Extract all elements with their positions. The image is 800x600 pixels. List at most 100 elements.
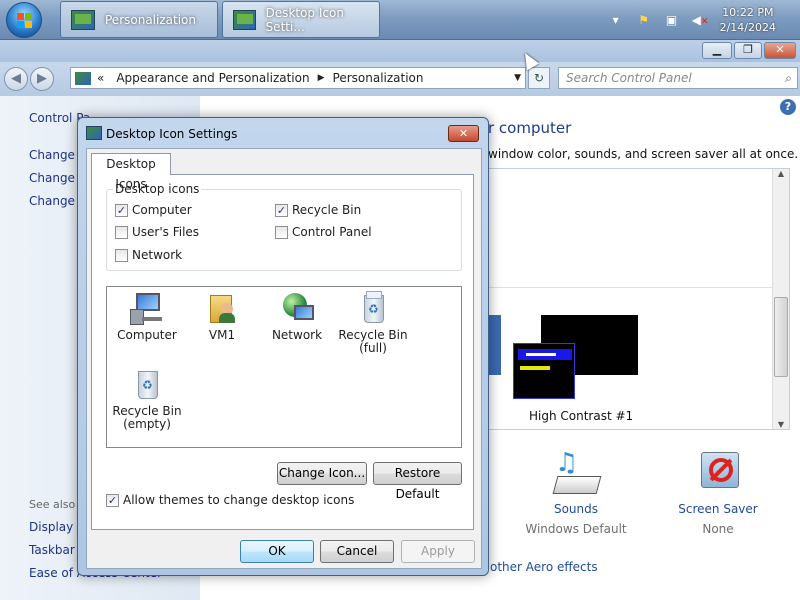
high-contrast-window-preview	[513, 343, 575, 399]
computer-icon	[130, 291, 164, 325]
sounds-option[interactable]: ♫ Sounds Windows Default	[516, 450, 636, 536]
breadcrumb-overflow[interactable]: «	[97, 71, 104, 85]
checkbox-box[interactable]	[275, 225, 288, 239]
icon-label: VM1	[208, 328, 236, 342]
search-input[interactable]: Search Control Panel ⌕	[558, 67, 798, 89]
screen-saver-link[interactable]: Screen Saver	[658, 502, 778, 516]
aero-effects-link[interactable]: other Aero effects	[490, 560, 598, 574]
dialog-close-button[interactable]: ✕	[448, 125, 479, 142]
checkbox-computer[interactable]: ✓ Computer	[115, 203, 192, 217]
ok-button[interactable]: OK	[240, 540, 314, 563]
checkbox-box[interactable]: ✓	[275, 203, 288, 217]
recycle-bin-full-icon: ♻	[356, 291, 390, 325]
desktop-icon-settings-dialog: Desktop Icon Settings ✕ Desktop Icons De…	[77, 117, 489, 576]
action-center-icon[interactable]: ⚑	[636, 12, 652, 28]
taskbar-button-desktop-icon-settings[interactable]: Desktop Icon Setti...	[222, 1, 380, 38]
icon-list[interactable]: Computer VM1 Network ♻ Recycle Bin (full…	[106, 286, 462, 448]
volume-muted-icon[interactable]: ◀✕	[692, 12, 709, 28]
maximize-button[interactable]: ❐	[734, 42, 762, 59]
taskbar-button-label: Desktop Icon Setti...	[265, 5, 344, 34]
taskbar-button-label: Personalization	[105, 12, 196, 27]
scroll-up-icon[interactable]: ▲	[773, 169, 789, 178]
windows-logo-icon	[17, 13, 33, 29]
sounds-link[interactable]: Sounds	[516, 502, 636, 516]
address-toolbar: ◀ ▶ « Appearance and Personalization ▶ P…	[0, 62, 800, 96]
list-item-recycle-bin-full[interactable]: ♻ Recycle Bin (full)	[333, 291, 413, 355]
taskbar-button-personalization[interactable]: Personalization	[60, 1, 218, 38]
dialog-title: Desktop Icon Settings	[106, 127, 238, 141]
clock-date: 2/14/2024	[719, 21, 776, 34]
checkbox-network[interactable]: Network	[115, 248, 182, 262]
theme-thumbnail-partial[interactable]	[489, 315, 501, 375]
list-item-recycle-bin-empty[interactable]: ♻ Recycle Bin (empty)	[107, 367, 187, 431]
system-tray: ▾ ⚑ ▣ ◀✕ 10:22 PM 2/14/2024	[608, 0, 800, 40]
checkbox-label: Allow themes to change desktop icons	[123, 493, 355, 507]
user-folder-icon	[205, 291, 239, 325]
checkbox-box[interactable]: ✓	[115, 203, 128, 217]
list-item-computer[interactable]: Computer	[107, 291, 187, 342]
breadcrumb-arrow-icon[interactable]: ▶	[318, 73, 325, 83]
tab-panel: Desktop icons ✓ Computer ✓ Recycle Bin Use…	[91, 174, 474, 530]
help-icon[interactable]: ?	[780, 99, 796, 115]
search-icon[interactable]: ⌕	[785, 68, 792, 88]
clock-time: 10:22 PM	[722, 6, 774, 19]
checkbox-box[interactable]	[115, 248, 128, 262]
network-tray-icon[interactable]: ▣	[664, 12, 680, 28]
cancel-button[interactable]: Cancel	[320, 540, 394, 563]
checkbox-recycle-bin[interactable]: ✓ Recycle Bin	[275, 203, 361, 217]
icon-label: Network	[271, 328, 323, 342]
checkbox-label: Control Panel	[292, 225, 372, 239]
list-item-network[interactable]: Network	[257, 291, 337, 342]
minimize-button[interactable]: ▁	[702, 42, 732, 59]
address-dropdown-icon[interactable]: ▼	[514, 73, 521, 83]
change-icon-button[interactable]: Change Icon...	[277, 462, 367, 485]
sounds-icon: ♫	[551, 450, 602, 496]
checkbox-box[interactable]: ✓	[106, 493, 119, 507]
restore-default-button[interactable]: Restore Default	[373, 462, 462, 501]
control-panel-icon	[71, 9, 95, 30]
page-title: r computer	[488, 119, 572, 137]
see-also-link[interactable]: Display	[29, 520, 73, 534]
theme-list-scrollbar[interactable]: ▲ ▼	[772, 169, 789, 429]
forward-button[interactable]: ▶	[30, 67, 54, 91]
checkbox-label: Computer	[132, 203, 192, 217]
icon-label: Recycle Bin (empty)	[112, 404, 182, 431]
search-placeholder: Search Control Panel	[566, 71, 692, 85]
checkbox-label: Recycle Bin	[292, 203, 362, 217]
theme-list[interactable]: High Contrast #1 ▲ ▼	[488, 168, 790, 430]
control-panel-icon	[75, 71, 91, 85]
dialog-icon	[86, 126, 102, 140]
checkbox-box[interactable]	[115, 225, 128, 239]
clock[interactable]: 10:22 PM 2/14/2024	[720, 5, 776, 35]
desktop-icon-settings-icon	[233, 9, 256, 30]
checkbox-label: Network	[132, 248, 183, 262]
back-button[interactable]: ◀	[4, 67, 28, 91]
taskbar: Personalization Desktop Icon Setti... ▾ …	[0, 0, 800, 40]
desktop-icons-group: Desktop icons ✓ Computer ✓ Recycle Bin Use…	[106, 182, 462, 271]
show-hidden-icons-icon[interactable]: ▾	[608, 12, 624, 28]
see-also-heading: See also	[29, 498, 76, 511]
tab-desktop-icons[interactable]: Desktop Icons	[91, 153, 171, 191]
window-titlebar: ▁ ❐ ✕	[0, 40, 800, 62]
theme-label[interactable]: High Contrast #1	[529, 409, 633, 423]
screen-saver-option[interactable]: Screen Saver None	[658, 450, 778, 536]
list-item-vm1[interactable]: VM1	[182, 291, 262, 342]
checkbox-allow-themes[interactable]: ✓ Allow themes to change desktop icons	[106, 493, 354, 507]
dialog-client: Desktop Icons Desktop icons ✓ Computer ✓ R…	[86, 148, 482, 569]
scrollbar-thumb[interactable]	[774, 297, 788, 377]
screen-saver-icon	[693, 450, 743, 496]
sounds-value: Windows Default	[525, 522, 627, 536]
start-button[interactable]	[6, 2, 42, 38]
icon-label: Recycle Bin (full)	[338, 328, 408, 355]
page-description: window color, sounds, and screen saver a…	[488, 147, 799, 161]
checkbox-users-files[interactable]: User's Files	[115, 225, 199, 239]
refresh-button[interactable]: ↻	[528, 67, 550, 89]
apply-button[interactable]: Apply	[401, 540, 475, 563]
scroll-down-icon[interactable]: ▼	[773, 420, 789, 429]
breadcrumb-item-current[interactable]: Personalization	[333, 71, 424, 85]
checkbox-control-panel[interactable]: Control Panel	[275, 225, 372, 239]
close-button[interactable]: ✕	[764, 42, 796, 59]
network-icon	[280, 291, 314, 325]
address-bar[interactable]: « Appearance and Personalization ▶ Perso…	[70, 67, 526, 89]
breadcrumb-item[interactable]: Appearance and Personalization	[116, 71, 309, 85]
